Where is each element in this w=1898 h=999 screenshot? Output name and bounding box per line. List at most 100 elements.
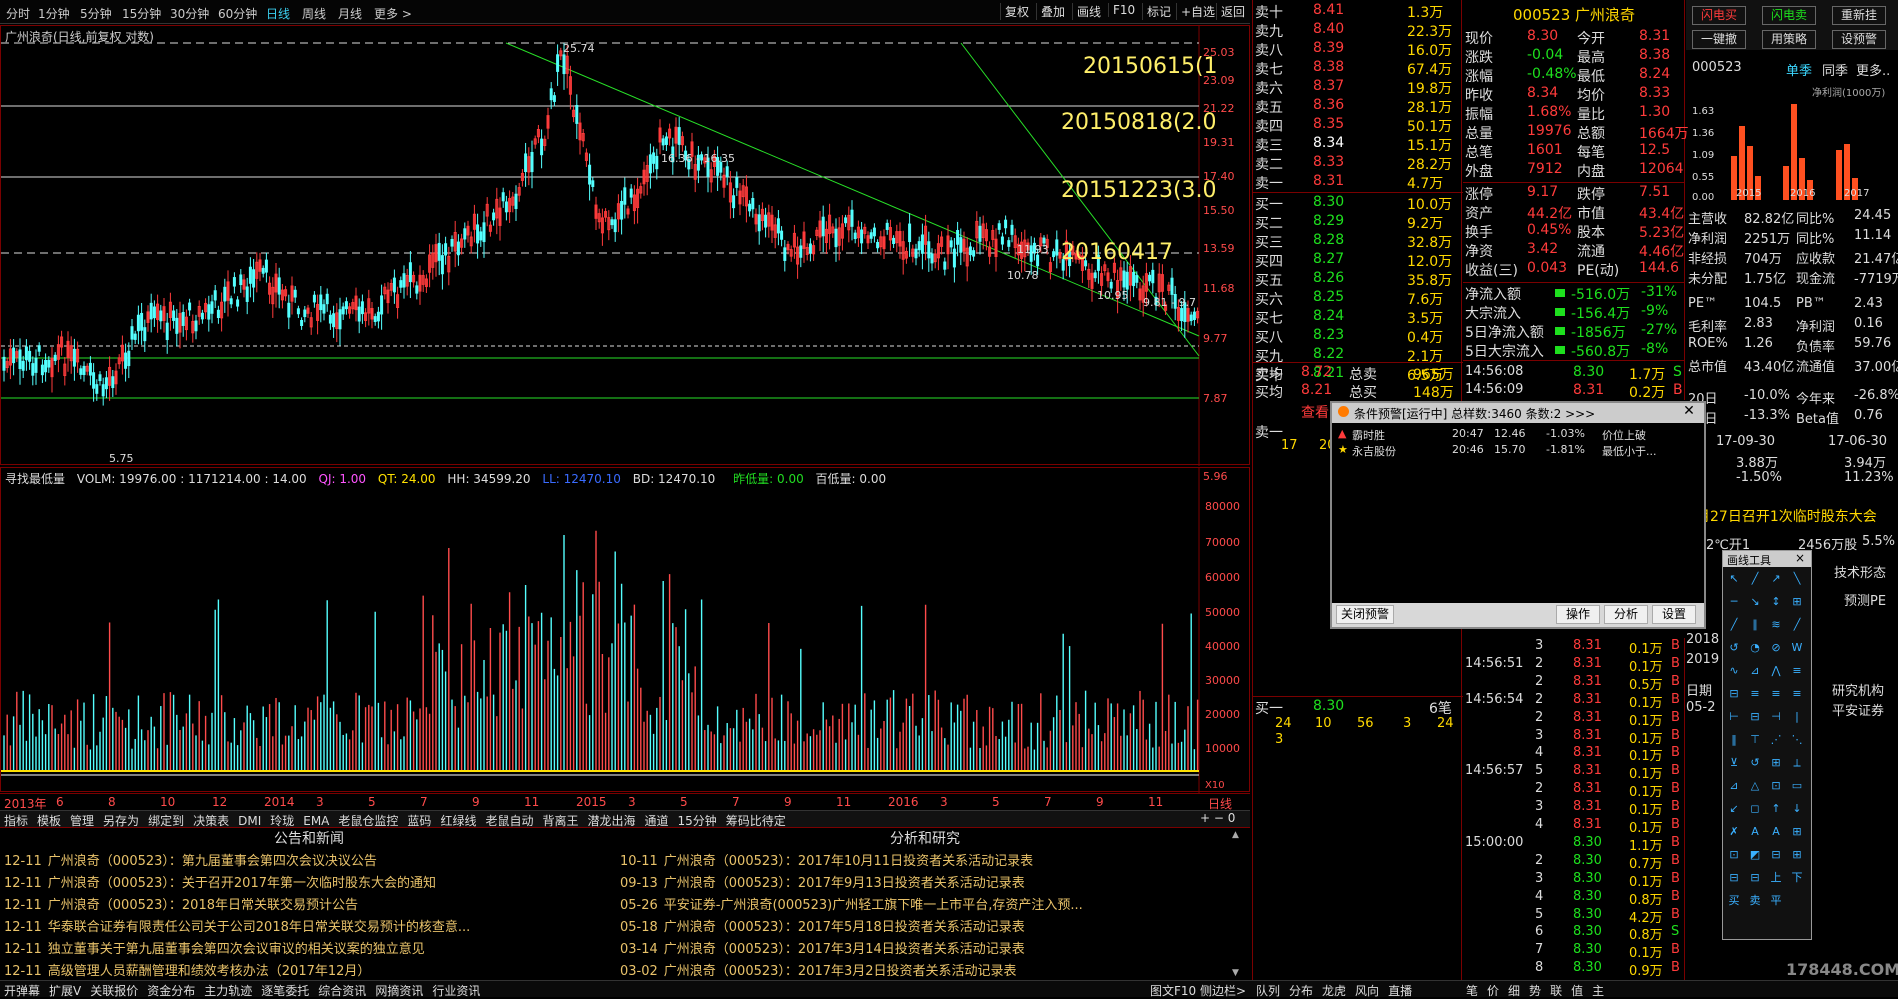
toolbox-titlebar[interactable]: 画线工具 × [1723, 551, 1811, 567]
ask-row[interactable]: 卖八 8.39 16.0万 [1253, 40, 1463, 59]
indicator-tab-1[interactable]: 模板 [37, 814, 61, 828]
indicator-tab-8[interactable]: EMA [303, 814, 329, 828]
flash-sell-button[interactable]: 闪电卖 [1762, 6, 1816, 25]
news-item[interactable]: 12-11 广州浪奇（000523）：2018年日常关联交易预计公告 [4, 894, 358, 913]
indicator-panel[interactable]: 寻找最低量 VOLM: 19976.00 : 1171214.00 : 14.0… [0, 467, 1250, 793]
f10-tab[interactable]: 图文F10 [1150, 982, 1196, 999]
draw-tool-icon[interactable]: | [1788, 709, 1806, 725]
bid-row[interactable]: 买一 8.30 10.0万 [1253, 194, 1463, 213]
tab-controls[interactable]: + − 0 [1200, 811, 1235, 825]
scroll-down-icon[interactable]: ▼ [1232, 968, 1239, 978]
draw-tool-icon[interactable]: ≡ [1788, 663, 1806, 679]
draw-tool-icon[interactable]: ⊡ [1767, 778, 1785, 794]
draw-tool-icon[interactable]: ⊤ [1746, 732, 1764, 748]
draw-tool-icon[interactable]: ◔ [1746, 640, 1764, 656]
draw-tool-icon[interactable]: 卖 [1746, 893, 1764, 909]
draw-tool-icon[interactable]: ⊻ [1725, 755, 1743, 771]
draw-tool-icon[interactable]: 买 [1725, 893, 1743, 909]
draw-tool-icon[interactable]: ⊿ [1725, 778, 1743, 794]
ask-row[interactable]: 卖六 8.37 19.8万 [1253, 78, 1463, 97]
draw-tool-icon[interactable]: ≡ [1767, 686, 1785, 702]
draw-tool-icon[interactable]: ↗ [1767, 571, 1785, 587]
indicator-tab-0[interactable]: 指标 [4, 814, 28, 828]
draw-tool-icon[interactable]: A [1746, 824, 1764, 840]
draw-tool-icon[interactable]: ╱ [1725, 617, 1743, 633]
draw-tool-icon[interactable]: ↑ [1767, 801, 1785, 817]
mid-tab-1[interactable]: 分布 [1289, 984, 1313, 998]
ask-row[interactable]: 卖三 8.34 15.1万 [1253, 135, 1463, 154]
operate-button[interactable]: 操作 [1556, 605, 1600, 624]
bid-row[interactable]: 买四 8.27 12.0万 [1253, 251, 1463, 270]
news-item[interactable]: 12-11 华泰联合证券有限责任公司关于公司2018年日常关联交易预计的核查意..… [4, 916, 470, 935]
mark-button[interactable]: 标记 [1142, 3, 1175, 20]
status-tab-1[interactable]: 扩展V [49, 984, 81, 998]
bid-row[interactable]: 买二 8.29 9.2万 [1253, 213, 1463, 232]
draw-tool-icon[interactable]: ↖ [1725, 571, 1743, 587]
tick-tab-3[interactable]: 势 [1529, 984, 1541, 998]
ask-row[interactable]: 卖九 8.40 22.3万 [1253, 21, 1463, 40]
draw-tool-icon[interactable]: ▭ [1788, 778, 1806, 794]
indicator-tab-3[interactable]: 另存为 [103, 814, 139, 828]
settings-button[interactable]: 设置 [1652, 605, 1696, 624]
mid-tab-2[interactable]: 龙虎 [1322, 984, 1346, 998]
indicator-tab-14[interactable]: 潜龙出海 [587, 814, 635, 828]
draw-tool-icon[interactable]: ≡ [1788, 686, 1806, 702]
draw-tool-icon[interactable]: ∥ [1746, 617, 1764, 633]
indicator-tab-15[interactable]: 通道 [645, 814, 669, 828]
draw-tool-icon[interactable]: ≡ [1746, 686, 1764, 702]
period-monthly[interactable]: 月线 [338, 5, 362, 22]
fuquan-button[interactable]: 复权 [1000, 3, 1033, 20]
draw-tool-icon[interactable]: 平 [1767, 893, 1785, 909]
news-item[interactable]: 12-11 高级管理人员薪酬管理和绩效考核办法（2017年12月） [4, 960, 370, 979]
draw-tool-icon[interactable]: ⊞ [1788, 824, 1806, 840]
news-item[interactable]: 03-02 广州浪奇（000523）：2017年3月2日投资者关系活动记录表 [620, 960, 1017, 979]
mid-tab-4[interactable]: 直播 [1388, 984, 1412, 998]
bid-row[interactable]: 买六 8.25 7.6万 [1253, 289, 1463, 308]
status-tab-8[interactable]: 行业资讯 [432, 984, 480, 998]
period-1min[interactable]: 1分钟 [38, 5, 70, 22]
close-alert-button[interactable]: 关闭预警 [1336, 605, 1394, 624]
tick-tab-1[interactable]: 价 [1487, 984, 1499, 998]
draw-tool-icon[interactable]: ⋰ [1767, 732, 1785, 748]
indicator-tab-7[interactable]: 玲珑 [270, 814, 294, 828]
draw-tool-icon[interactable]: ⊟ [1725, 870, 1743, 886]
analyze-button[interactable]: 分析 [1604, 605, 1648, 624]
alert-row[interactable]: ★ 永吉股份 20:46 15.70 -1.81% 最低小于... [1336, 443, 1702, 459]
draw-tool-icon[interactable]: ⊿ [1746, 663, 1764, 679]
indicator-tab-16[interactable]: 15分钟 [678, 814, 717, 828]
indicator-tab-13[interactable]: 背离王 [542, 814, 578, 828]
draw-tool-icon[interactable]: ⊟ [1767, 847, 1785, 863]
draw-tool-icon[interactable]: ⋱ [1788, 732, 1806, 748]
draw-tool-icon[interactable]: ↘ [1746, 594, 1764, 610]
indicator-tab-2[interactable]: 管理 [70, 814, 94, 828]
status-tab-3[interactable]: 资金分布 [147, 984, 195, 998]
dialog-titlebar[interactable]: 条件预警[运行中] 总样数:3460 条数:2 >>> ✕ [1332, 403, 1704, 423]
draw-tool-icon[interactable]: ⊞ [1788, 847, 1806, 863]
draw-tool-icon[interactable]: ⊡ [1725, 847, 1743, 863]
draw-tool-icon[interactable]: ∿ [1725, 663, 1743, 679]
draw-tool-icon[interactable]: ─ [1725, 594, 1743, 610]
toolbox-close-icon[interactable]: × [1795, 551, 1805, 565]
status-tab-0[interactable]: 开弹幕 [4, 984, 40, 998]
period-5min[interactable]: 5分钟 [80, 5, 112, 22]
kline-panel[interactable]: 广州浪奇(日线,前复权 对数) 20150615(1 20150818(2.0 … [0, 25, 1250, 483]
news-item[interactable]: 03-14 广州浪奇（000523）：2017年3月14日投资者关系活动记录表 [620, 938, 1025, 957]
news-item[interactable]: 05-18 广州浪奇（000523）：2017年5月18日投资者关系活动记录表 [620, 916, 1025, 935]
ask-row[interactable]: 卖七 8.38 67.4万 [1253, 59, 1463, 78]
tick-tab-4[interactable]: 联 [1550, 984, 1562, 998]
draw-tool-icon[interactable]: ⊞ [1767, 755, 1785, 771]
draw-tool-icon[interactable]: ╲ [1788, 571, 1806, 587]
add-watchlist-button[interactable]: +自选 [1176, 3, 1219, 20]
draw-tool-icon[interactable]: ⊟ [1725, 686, 1743, 702]
tick-tab-0[interactable]: 笔 [1466, 984, 1478, 998]
bid-row[interactable]: 买五 8.26 35.8万 [1253, 270, 1463, 289]
alert-row[interactable]: ▲ 霸时胜 20:47 12.46 -1.03% 价位上破 [1336, 427, 1702, 443]
cancel-all-button[interactable]: 一键撤 [1692, 30, 1746, 49]
back-button[interactable]: 返回 [1216, 3, 1249, 20]
overlay-button[interactable]: 叠加 [1036, 3, 1069, 20]
tab-same-quarter[interactable]: 同季 [1822, 60, 1848, 79]
status-tab-4[interactable]: 主力轨迹 [204, 984, 252, 998]
period-30min[interactable]: 30分钟 [170, 5, 209, 22]
news-item[interactable]: 09-13 广州浪奇（000523）：2017年9月13日投资者关系活动记录表 [620, 872, 1025, 891]
draw-tool-icon[interactable]: ╱ [1788, 617, 1806, 633]
